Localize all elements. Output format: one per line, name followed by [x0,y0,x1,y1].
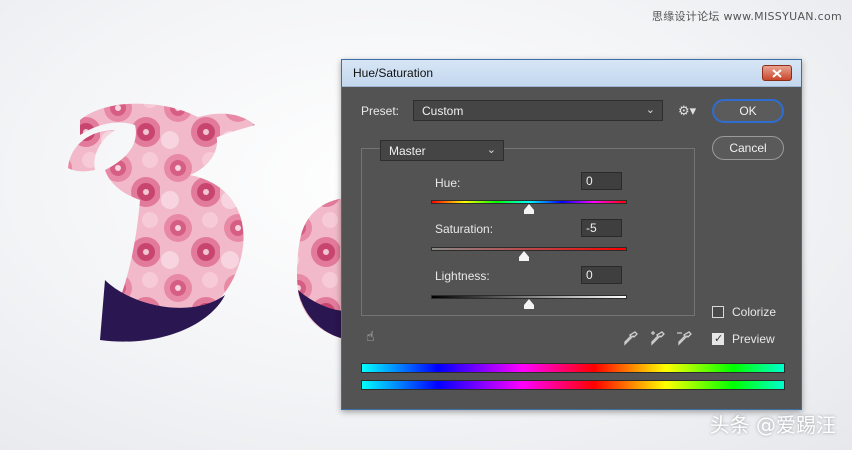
ok-button[interactable]: OK [712,99,784,123]
lightness-label: Lightness: [435,269,490,283]
saturation-label: Saturation: [435,222,494,236]
dialog-title-bar[interactable]: Hue/Saturation [342,60,801,87]
floral-lettering-artwork [68,103,360,342]
hue-label: Hue: [435,176,461,190]
dialog-title: Hue/Saturation [353,66,434,80]
saturation-input[interactable]: -5 [581,219,622,237]
preset-dropdown[interactable]: Custom ⌄ [413,100,663,121]
hand-icon[interactable]: ☝ [366,329,375,345]
hue-saturation-dialog: Hue/Saturation Preset: Custom ⌄ ⚙▾ OK Ca… [341,59,802,410]
bottom-watermark: 头条 @爱踢汪 [709,413,836,437]
input-spectrum-bar [361,363,785,373]
preview-checkbox[interactable] [712,332,724,345]
hue-slider-thumb[interactable] [524,204,534,214]
close-button[interactable] [762,65,792,81]
chevron-down-icon: ⌄ [486,144,496,156]
chevron-down-icon: ⌄ [645,104,655,116]
lightness-input[interactable]: 0 [581,266,622,284]
cancel-label: Cancel [729,141,767,155]
channel-dropdown[interactable]: Master ⌄ [380,140,504,161]
gear-icon[interactable]: ⚙▾ [678,103,696,119]
ok-label: OK [739,104,757,118]
adjustment-group [361,148,695,316]
colorize-label[interactable]: Colorize [732,305,776,319]
lightness-slider-thumb[interactable] [524,299,534,309]
dialog-body: Preset: Custom ⌄ ⚙▾ OK Cancel Master ⌄ H… [346,90,797,405]
output-spectrum-bar [361,380,785,390]
channel-value: Master [389,144,426,158]
close-icon [772,68,782,78]
letter-b [68,103,255,342]
preset-value: Custom [422,104,464,118]
preview-label[interactable]: Preview [732,332,775,346]
eyedropper-minus-icon[interactable] [676,330,694,348]
cancel-button[interactable]: Cancel [712,136,784,160]
eyedropper-plus-icon[interactable] [649,330,667,348]
hue-input[interactable]: 0 [581,172,622,190]
preset-label: Preset: [361,104,400,118]
colorize-checkbox[interactable] [712,306,724,318]
watermark: 思缘设计论坛 www.MISSYUAN.com [651,10,842,23]
saturation-slider-thumb[interactable] [519,251,530,261]
eyedropper-icon[interactable] [623,330,639,346]
